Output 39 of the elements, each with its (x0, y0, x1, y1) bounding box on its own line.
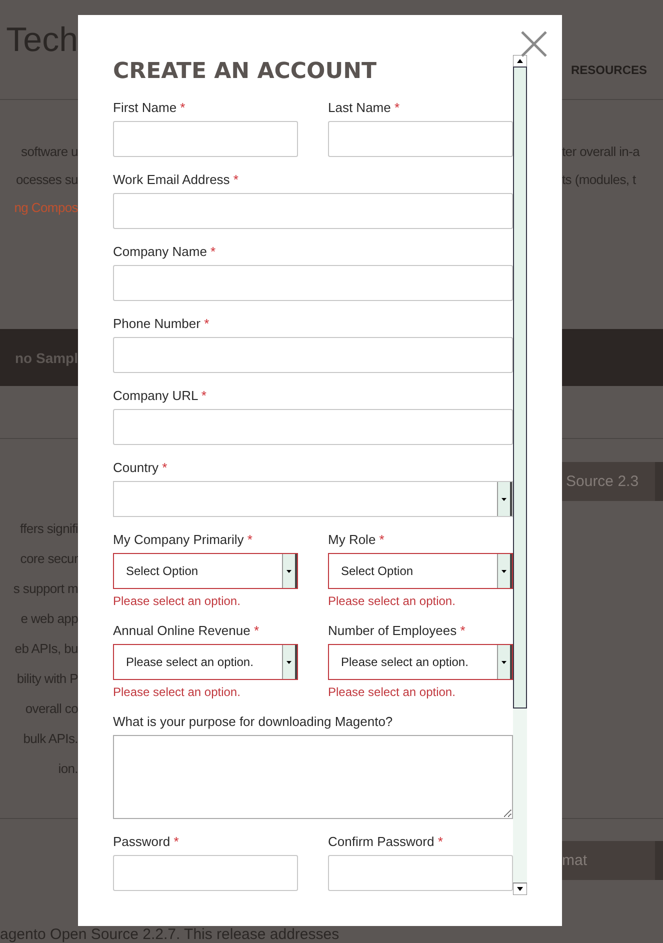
text-input[interactable] (328, 121, 513, 157)
caret-icon (282, 554, 297, 588)
error-message: Please select an option. (113, 685, 242, 699)
text-input[interactable] (113, 409, 513, 445)
dropdown-select[interactable]: Select Option (113, 553, 298, 589)
caret-icon (497, 482, 512, 516)
field-label: Work Email Address * (113, 172, 240, 187)
field-label: My Role * (328, 532, 386, 547)
scrollbar[interactable] (513, 55, 527, 895)
field-label: My Company Primarily * (113, 532, 254, 547)
field-label: Company Name * (113, 244, 217, 259)
field-label: Last Name * (328, 100, 401, 115)
text-area[interactable] (113, 735, 513, 819)
field-label: First Name * (113, 100, 186, 115)
error-message: Please select an option. (113, 594, 242, 608)
field-label: Annual Online Revenue * (113, 623, 260, 638)
text-input[interactable] (113, 121, 298, 157)
field-label: Company URL * (113, 388, 208, 403)
close-icon[interactable] (520, 30, 548, 58)
field-label: Number of Employees * (328, 623, 466, 638)
text-input[interactable] (113, 193, 513, 229)
field-label: Password * (113, 834, 180, 849)
text-input[interactable] (113, 855, 298, 891)
field-label: Country * (113, 460, 168, 475)
error-message: Please select an option. (328, 594, 456, 608)
field-label: Confirm Password * (328, 834, 444, 849)
text-input[interactable] (113, 337, 513, 373)
dropdown-select[interactable]: Select Option (328, 553, 513, 589)
dropdown-select[interactable]: Please select an option. (328, 644, 513, 680)
caret-icon (282, 645, 297, 679)
field-label: Phone Number * (113, 316, 210, 331)
dropdown-select[interactable]: Please select an option. (113, 644, 298, 680)
text-input[interactable] (113, 265, 513, 301)
field-label: What is your purpose for downloading Magento? (113, 714, 394, 729)
text-input[interactable] (328, 855, 513, 891)
caret-icon (497, 554, 512, 588)
dialog-title: CREATE AN ACCOUNT (113, 59, 378, 84)
caret-icon (497, 645, 512, 679)
error-message: Please select an option. (328, 685, 456, 699)
